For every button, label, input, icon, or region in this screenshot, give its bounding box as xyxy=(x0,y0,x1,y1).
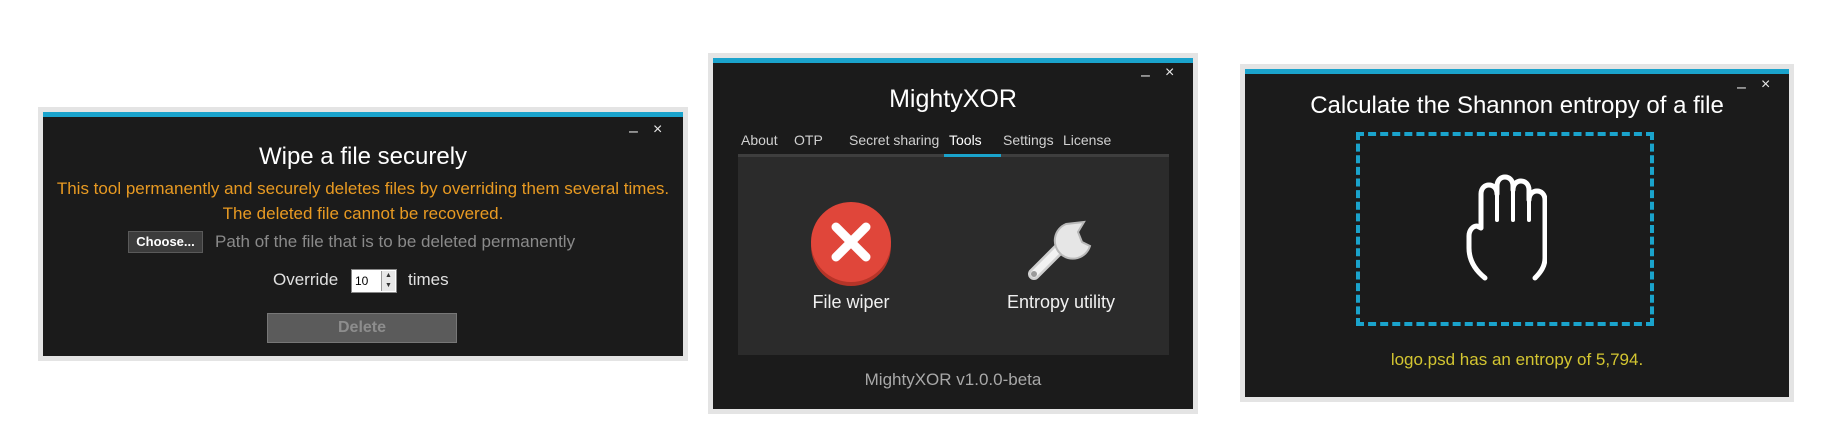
main-window-frame: – × MightyXOR About OTP Secret sharing T… xyxy=(708,53,1198,414)
main-window: – × MightyXOR About OTP Secret sharing T… xyxy=(713,58,1193,409)
tab-tools[interactable]: Tools xyxy=(949,132,982,148)
override-label: Override xyxy=(273,270,339,289)
wipe-window: – × Wipe a file securely This tool perma… xyxy=(43,112,683,356)
override-count-stepper[interactable]: 10 ▲ ▼ xyxy=(351,269,397,293)
close-button[interactable]: × xyxy=(1761,77,1770,93)
entropy-result: logo.psd has an entropy of 5,794. xyxy=(1390,350,1644,369)
tools-panel: File wiper Entropy utility xyxy=(738,157,1169,355)
entropy-utility-label: Entropy utility xyxy=(1006,292,1116,312)
file-wiper-tool[interactable]: File wiper xyxy=(786,202,916,313)
wipe-window-frame: – × Wipe a file securely This tool perma… xyxy=(38,107,688,361)
delete-x-icon xyxy=(811,202,891,286)
tab-secret-sharing[interactable]: Secret sharing xyxy=(849,132,939,148)
tab-license[interactable]: License xyxy=(1063,132,1111,148)
entropy-window: – × Calculate the Shannon entropy of a f… xyxy=(1245,69,1789,397)
tab-otp[interactable]: OTP xyxy=(794,132,823,148)
window-title: Wipe a file securely xyxy=(258,143,468,170)
app-title: MightyXOR xyxy=(889,85,1017,113)
entropy-utility-tool[interactable]: Entropy utility xyxy=(986,202,1136,313)
override-count-value[interactable]: 10 xyxy=(355,274,368,288)
wrench-icon xyxy=(1028,220,1092,280)
close-button[interactable]: × xyxy=(653,122,662,138)
tab-settings[interactable]: Settings xyxy=(1003,132,1054,148)
accent-bar xyxy=(43,112,683,117)
delete-button[interactable]: Delete xyxy=(267,313,457,343)
accent-bar xyxy=(713,58,1193,63)
accent-bar xyxy=(1245,69,1789,74)
decrement-icon[interactable]: ▼ xyxy=(382,281,395,291)
choose-file-button[interactable]: Choose... xyxy=(128,231,203,253)
tab-about[interactable]: About xyxy=(741,132,778,148)
entropy-window-frame: – × Calculate the Shannon entropy of a f… xyxy=(1240,64,1794,402)
stepper-arrows[interactable]: ▲ ▼ xyxy=(381,271,395,291)
file-path-field[interactable]: Path of the file that is to be deleted p… xyxy=(215,232,575,252)
minimize-button[interactable]: – xyxy=(629,124,638,140)
version-label: MightyXOR v1.0.0-beta xyxy=(864,370,1042,389)
close-button[interactable]: × xyxy=(1165,65,1174,81)
window-title: Calculate the Shannon entropy of a file xyxy=(1310,92,1724,119)
file-drop-zone[interactable] xyxy=(1356,132,1654,326)
times-label: times xyxy=(408,270,449,289)
minimize-button[interactable]: – xyxy=(1141,68,1150,84)
tab-bar: About OTP Secret sharing Tools Settings … xyxy=(713,132,1193,154)
file-wiper-label: File wiper xyxy=(812,292,890,312)
description-line-1: This tool permanently and securely delet… xyxy=(56,179,670,198)
description-line-2: The deleted file cannot be recovered. xyxy=(222,204,504,223)
increment-icon[interactable]: ▲ xyxy=(382,271,395,281)
hand-icon xyxy=(1466,174,1547,281)
